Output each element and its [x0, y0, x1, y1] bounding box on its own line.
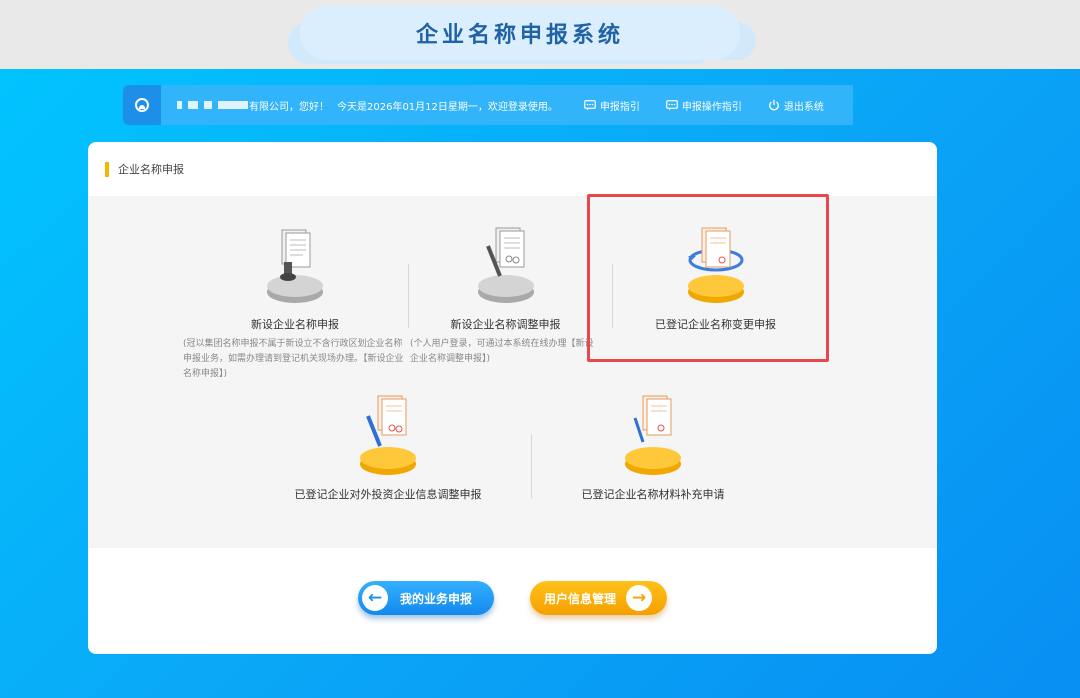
- tile-description: (个人用户登录，可通过本系统在线办理【新设企业名称调整申报】): [410, 339, 594, 364]
- user-avatar[interactable]: [123, 85, 161, 125]
- nav-link-logout[interactable]: 退出系统: [768, 98, 824, 113]
- redacted-company-name: [188, 101, 198, 109]
- nav-link-operation-guide[interactable]: 申报操作指引: [666, 98, 742, 113]
- user-info-bar: 有限公司，您好！ 今天是2026年01月12日星期一，欢迎登录使用。 申报指引 …: [123, 85, 853, 125]
- panel-title: 企业名称申报: [118, 163, 184, 176]
- redacted-company-name: [218, 101, 248, 109]
- tile-label: 新设企业名称申报: [251, 318, 339, 331]
- tile-material-supplement[interactable]: 已登记企业名称材料补充申请: [558, 392, 748, 502]
- document-pen-icon: [360, 395, 416, 475]
- power-icon: [769, 99, 779, 111]
- message-icon: [584, 99, 596, 110]
- tile-new-company-name-desc: (冠以集团名称申报不属于新设立不含行政区划企业名称申报业务，如需办理请到登记机关…: [183, 332, 408, 382]
- tile-label: 已登记企业名称材料补充申请: [581, 488, 725, 501]
- arrow-right-icon: →: [626, 585, 653, 611]
- nav-link-label: 退出系统: [783, 101, 824, 113]
- nav-link-application-guide[interactable]: 申报指引: [584, 98, 640, 113]
- tile-label: 已登记企业名称变更申报: [655, 318, 776, 331]
- tile-new-company-name[interactable]: 新设企业名称申报: [180, 226, 410, 332]
- divider: [612, 264, 613, 328]
- message-icon: [666, 99, 678, 110]
- document-pen-icon: [477, 227, 534, 303]
- redacted-company-name: [204, 101, 212, 109]
- tile-outbound-investment-adjustment[interactable]: 已登记企业对外投资企业信息调整申报: [278, 392, 498, 502]
- section-marker: [105, 161, 109, 177]
- my-business-button[interactable]: ← 我的业务申报: [358, 581, 494, 615]
- date-greeting: 今天是2026年01月12日星期一，欢迎登录使用。: [337, 101, 558, 113]
- tile-label: 已登记企业对外投资企业信息调整申报: [294, 488, 482, 501]
- company-suffix: 有限公司，您好！: [249, 101, 329, 113]
- nav-link-label: 申报操作指引: [681, 101, 742, 113]
- document-stamp-icon: [267, 229, 323, 303]
- button-label: 用户信息管理: [544, 591, 617, 606]
- application-options-area: 新设企业名称申报 (冠以集团名称申报不属于新设立不含行政区划企业名称申报业务，如…: [88, 196, 937, 548]
- document-pen-icon: [625, 395, 681, 475]
- document-refresh-icon: [687, 227, 744, 303]
- tile-description: (冠以集团名称申报不属于新设立不含行政区划企业名称申报业务，如需办理请到登记机关…: [183, 339, 404, 379]
- tile-new-name-adjustment-desc: (个人用户登录，可通过本系统在线办理【新设企业名称调整申报】): [410, 332, 600, 367]
- panel-header: 企业名称申报: [88, 142, 937, 196]
- tile-label: 新设企业名称调整申报: [450, 318, 561, 331]
- main-panel: 企业名称申报 新设企业名称申报 (冠以集团名称申报不属于新设立不含行政区划企业名…: [88, 142, 937, 654]
- user-info-button[interactable]: 用户信息管理 →: [530, 581, 667, 615]
- tile-new-name-adjustment[interactable]: 新设企业名称调整申报: [398, 226, 613, 332]
- system-title: 企业名称申报系统: [415, 23, 624, 48]
- tile-registered-name-change[interactable]: 已登记企业名称变更申报: [628, 222, 803, 332]
- redacted-company-name: [177, 101, 182, 109]
- divider: [531, 434, 532, 498]
- nav-link-label: 申报指引: [599, 101, 640, 113]
- welcome-message: 有限公司，您好！ 今天是2026年01月12日星期一，欢迎登录使用。: [177, 98, 558, 113]
- button-label: 我的业务申报: [400, 591, 473, 606]
- arrow-left-icon: ←: [362, 585, 388, 611]
- user-icon: [135, 98, 149, 112]
